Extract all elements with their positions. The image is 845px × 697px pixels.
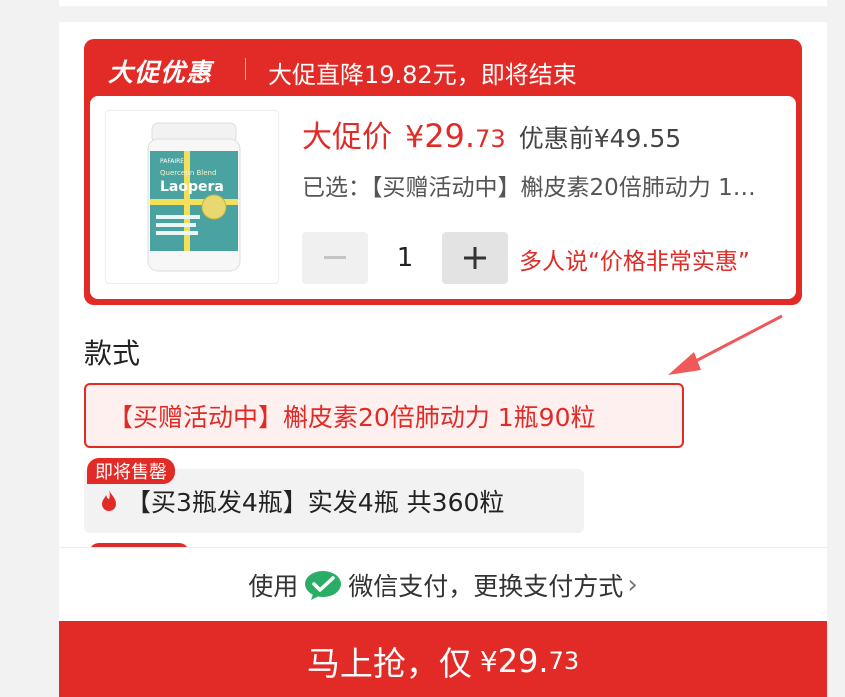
- promo-price-row: 大促价 ¥29.73 优惠前¥49.55: [302, 112, 681, 156]
- promo-message: 大促直降19.82元，即将结束: [268, 61, 577, 89]
- promo-banner: 大促优惠 大促直降19.82元，即将结束 PAFAIRE Quercetin B…: [84, 39, 802, 305]
- price-currency: ¥: [405, 120, 425, 155]
- buy-price-decimal: 73: [548, 647, 580, 675]
- minus-icon: [324, 256, 346, 259]
- buy-now-button[interactable]: 马上抢，仅 ¥29. 73: [59, 621, 827, 697]
- price-praise-note: 多人说“价格非常实惠”: [519, 249, 750, 275]
- product-brand-text: PAFAIRE: [160, 158, 184, 165]
- buy-currency: ¥: [479, 644, 498, 678]
- style-option-label: 【买赠活动中】槲皮素20倍肺动力 1瓶90粒: [108, 402, 596, 432]
- style-option-selected[interactable]: 【买赠活动中】槲皮素20倍肺动力 1瓶90粒: [84, 383, 684, 448]
- product-image[interactable]: PAFAIRE Quercetin Blend Laopera: [105, 110, 279, 284]
- quantity-value[interactable]: 1: [370, 232, 440, 284]
- quantity-increase-button[interactable]: [442, 232, 508, 284]
- price-label: 大促价: [302, 120, 392, 155]
- style-option-label: 【买3瓶发4瓶】实发4瓶 共360粒: [126, 488, 505, 517]
- payment-method-bar[interactable]: 使用 微信支付，更换支付方式 ›: [59, 547, 827, 621]
- buy-price-integer: 29.: [497, 642, 549, 680]
- divider: [245, 58, 246, 80]
- chevron-right-icon: ›: [627, 569, 638, 600]
- product-name-text: Laopera: [160, 179, 224, 195]
- previous-card: [59, 0, 827, 6]
- sold-out-soon-badge: 即将售罄: [87, 458, 175, 484]
- plus-icon: [464, 247, 486, 269]
- flame-icon: [102, 490, 116, 511]
- selected-variant-text: 已选：【买赠活动中】槲皮素20倍肺动力 1瓶90粒: [302, 175, 762, 201]
- wechat-pay-icon: [305, 570, 342, 600]
- price-decimal: 73: [475, 125, 506, 153]
- quantity-decrease-button[interactable]: [302, 232, 368, 284]
- promo-product-card: PAFAIRE Quercetin Blend Laopera 大促价 ¥29.…: [90, 96, 796, 299]
- product-jar-graphic: PAFAIRE Quercetin Blend Laopera: [147, 122, 241, 272]
- promo-brand: 大促优惠: [108, 58, 213, 87]
- price-integer: 29.: [424, 117, 476, 155]
- product-line-text: Quercetin Blend: [160, 169, 216, 177]
- buy-label: 马上抢，仅: [306, 644, 472, 683]
- payment-prefix: 使用: [248, 571, 299, 601]
- style-section-title: 款式: [84, 337, 141, 370]
- original-price: 优惠前¥49.55: [518, 124, 682, 153]
- payment-text: 微信支付，更换支付方式: [348, 571, 624, 601]
